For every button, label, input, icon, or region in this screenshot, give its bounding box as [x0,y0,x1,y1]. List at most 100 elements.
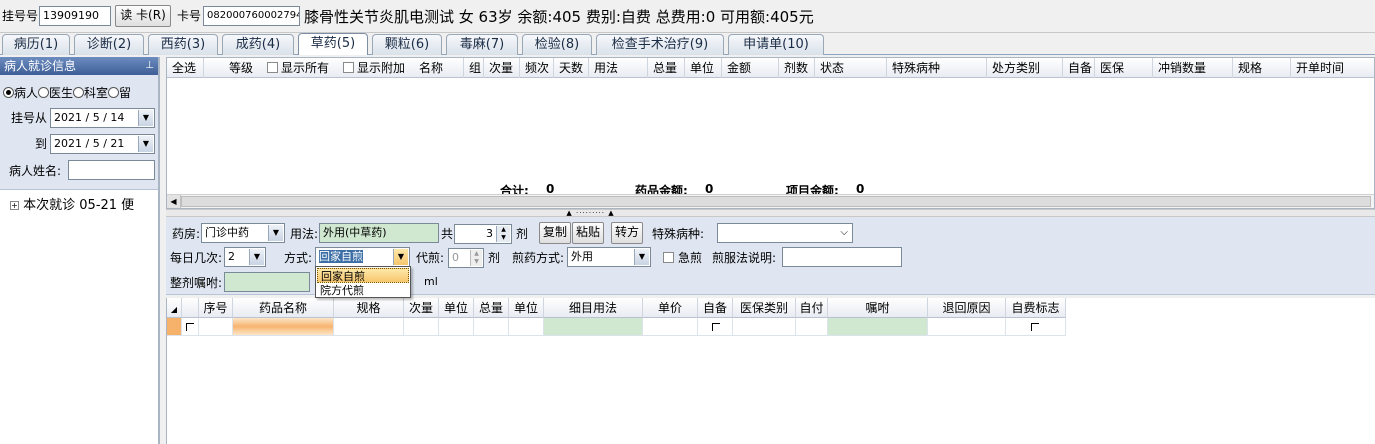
chevron-down-icon[interactable]: ▼ [138,110,153,126]
cell-self-pay[interactable] [796,318,828,336]
transfer-rx-button[interactable]: 转方 [611,222,643,244]
cell-return-reason[interactable] [928,318,1006,336]
cell-seq[interactable] [199,318,233,336]
col-offset-qty[interactable]: 冲销数量 [1153,58,1233,78]
row-checkbox[interactable] [186,323,194,331]
col-unit[interactable]: 单位 [439,298,474,318]
col-detail-usage[interactable]: 细目用法 [544,298,643,318]
col-spec[interactable]: 规格 [1233,58,1291,78]
col-days[interactable]: 天数 [554,58,589,78]
show-all-toggle[interactable]: 显示所有 [262,58,338,78]
date-from-picker[interactable]: 2021 / 5 / 14 ▼ [50,108,155,128]
col-usage[interactable]: 用法 [589,58,648,78]
tab-exam-surgery[interactable]: 检查手术治疗(9) [596,34,724,55]
show-all-checkbox[interactable] [267,62,278,73]
tab-lab-test[interactable]: 检验(8) [522,34,592,55]
pin-icon[interactable]: ⊥ [145,57,154,75]
copy-button[interactable]: 复制 [539,222,571,244]
radio-patient[interactable] [3,87,14,98]
col-total[interactable]: 总量 [474,298,509,318]
cell-total[interactable] [474,318,509,336]
col-status[interactable]: 状态 [815,58,887,78]
col-dose[interactable]: 次量 [484,58,520,78]
cell-spec[interactable] [334,318,404,336]
col-name[interactable]: 名称 [414,58,464,78]
row-selector[interactable] [167,318,182,336]
col-insurance-type[interactable]: 医保类别 [733,298,796,318]
splitter-grip-icon[interactable]: ▲ ········· ▲ [566,209,614,217]
urgent-checkbox-box[interactable] [663,252,674,263]
self-supply-checkbox[interactable] [712,323,720,331]
cell-unit[interactable] [439,318,474,336]
method-option-hospital-decoct[interactable]: 院方代煎 [317,283,409,298]
cell-detail-usage[interactable] [544,318,643,336]
expand-icon[interactable]: + [10,201,19,210]
cell-instruction[interactable] [828,318,928,336]
show-extra-checkbox[interactable] [343,62,354,73]
col-self-supply[interactable]: 自备 [698,298,733,318]
col-self-pay[interactable]: 自付 [796,298,828,318]
daily-times-select[interactable]: 2 ▼ [224,247,266,267]
col-total-unit[interactable]: 单位 [509,298,544,318]
chevron-down-icon[interactable]: ▼ [138,136,153,152]
col-group[interactable]: 组 [464,58,484,78]
col-order-time[interactable]: 开单时间 [1291,58,1374,78]
self-pay-flag-checkbox[interactable] [1031,323,1039,331]
chevron-down-icon[interactable]: ⌵ [840,225,848,241]
whole-note-input[interactable] [224,272,310,292]
patient-name-input[interactable] [68,160,155,180]
tab-diagnosis[interactable]: 诊断(2) [74,34,144,55]
tab-application-form[interactable]: 申请单(10) [728,34,824,55]
cell-self-supply[interactable] [698,318,733,336]
col-select-all[interactable]: 全选 [167,58,204,78]
read-card-button[interactable]: 读 卡(R) [115,5,171,27]
cell-unit-price[interactable] [643,318,698,336]
col-return-reason[interactable]: 退回原因 [928,298,1006,318]
chevron-down-icon[interactable]: ▼ [393,249,408,265]
radio-stay[interactable] [108,87,120,98]
method-option-self-decoct[interactable]: 回家自煎 [317,268,409,283]
paste-button[interactable]: 粘贴 [572,222,604,244]
special-disease-select[interactable]: ⌵ [717,223,853,243]
col-self-supply[interactable]: 自备 [1063,58,1095,78]
pre-note-input[interactable] [782,247,902,267]
show-extra-toggle[interactable]: 显示附加 [338,58,414,78]
cell-self-pay-flag[interactable] [1006,318,1066,336]
stepper-arrows-icon[interactable]: ▲ ▼ [496,226,510,242]
col-instruction[interactable]: 嘱咐 [828,298,928,318]
radio-department[interactable] [73,87,85,98]
usage-input[interactable]: 外用(中草药) [319,223,439,243]
cell-dose[interactable] [404,318,439,336]
method-select[interactable]: 回家自煎 ▼ [315,247,410,267]
tab-patent-medicine[interactable]: 成药(4) [222,34,294,55]
col-insurance[interactable]: 医保 [1095,58,1153,78]
chevron-down-icon[interactable]: ▼ [268,225,283,241]
cell-drug-name[interactable] [233,318,334,336]
col-dose[interactable]: 次量 [404,298,439,318]
col-amount[interactable]: 金额 [722,58,779,78]
col-total[interactable]: 总量 [648,58,685,78]
cell-total-unit[interactable] [509,318,544,336]
urgent-checkbox[interactable] [663,251,677,265]
tab-granules[interactable]: 颗粒(6) [372,34,442,55]
col-special-disease[interactable]: 特殊病种 [887,58,987,78]
decoct-method-select[interactable]: 外用 ▼ [567,247,651,267]
radio-doctor[interactable] [38,87,50,98]
chevron-down-icon[interactable]: ▼ [634,249,649,265]
tab-western-medicine[interactable]: 西药(3) [148,34,218,55]
decoct-stepper[interactable]: 0 ▲ ▼ [448,248,484,268]
col-self-pay-flag[interactable]: 自费标志 [1006,298,1066,318]
pharmacy-select[interactable]: 门诊中药 ▼ [201,223,285,243]
tab-narcotics[interactable]: 毒麻(7) [446,34,518,55]
col-doses[interactable]: 剂数 [779,58,815,78]
cell-insurance-type[interactable] [733,318,796,336]
date-to-picker[interactable]: 2021 / 5 / 21 ▼ [50,134,155,154]
col-frequency[interactable]: 频次 [520,58,554,78]
col-spec[interactable]: 规格 [334,298,404,318]
col-drug-name[interactable]: 药品名称 [233,298,334,318]
col-rx-type[interactable]: 处方类别 [987,58,1063,78]
col-seq[interactable]: 序号 [199,298,233,318]
registration-number-input[interactable]: 13909190 [39,6,111,26]
card-number-input[interactable]: 082000760002794: [203,6,300,26]
tab-medical-record[interactable]: 病历(1) [2,34,70,55]
